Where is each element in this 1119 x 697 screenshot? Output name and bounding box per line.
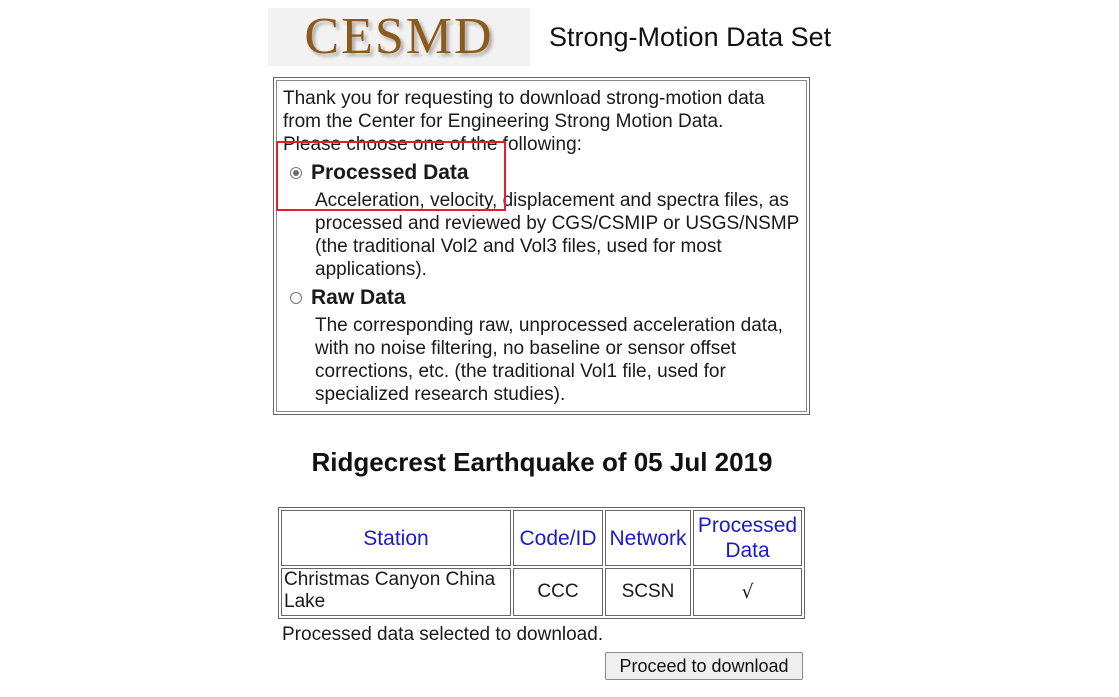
logo-text: CESMD — [304, 8, 494, 65]
header-station[interactable]: Station — [281, 510, 511, 566]
page-title: Strong-Motion Data Set — [549, 22, 832, 52]
raw-description: The corresponding raw, unprocessed accel… — [315, 315, 783, 405]
page: CESMD Strong-Motion Data Set Thank you f… — [0, 0, 1119, 697]
header-code-id[interactable]: Code/ID — [513, 510, 603, 566]
intro-line-1: Thank you for requesting to download str… — [283, 88, 765, 109]
table-row: Christmas Canyon China Lake CCC SCSN √ — [281, 568, 802, 616]
status-message: Processed data selected to download. — [282, 624, 604, 645]
header-network[interactable]: Network — [605, 510, 691, 566]
cell-code: CCC — [513, 568, 603, 616]
proceed-to-download-button[interactable]: Proceed to download — [605, 652, 803, 680]
option-raw[interactable]: Raw Data — [283, 285, 800, 311]
table-header-row: Station Code/ID Network Processed Data — [281, 510, 802, 566]
header-processed-data[interactable]: Processed Data — [693, 510, 802, 566]
cell-station: Christmas Canyon China Lake — [281, 568, 511, 616]
intro-line-3: Please choose one of the following: — [283, 134, 582, 155]
processed-label[interactable]: Processed Data — [311, 160, 469, 186]
station-table: Station Code/ID Network Processed Data C… — [278, 507, 805, 619]
option-processed[interactable]: Processed Data — [283, 160, 800, 186]
data-type-panel-inner: Thank you for requesting to download str… — [276, 80, 807, 412]
raw-radio[interactable] — [290, 292, 302, 304]
intro-text: Thank you for requesting to download str… — [283, 87, 800, 156]
processed-description: Acceleration, velocity, displacement and… — [315, 190, 799, 280]
cell-network: SCSN — [605, 568, 691, 616]
event-title: Ridgecrest Earthquake of 05 Jul 2019 — [311, 447, 773, 477]
raw-label[interactable]: Raw Data — [311, 285, 406, 311]
intro-line-2: from the Center for Engineering Strong M… — [283, 111, 724, 132]
cesmd-logo[interactable]: CESMD — [268, 8, 530, 66]
data-type-panel: Thank you for requesting to download str… — [273, 77, 810, 415]
check-icon: √ — [693, 568, 802, 616]
processed-radio[interactable] — [290, 167, 302, 179]
